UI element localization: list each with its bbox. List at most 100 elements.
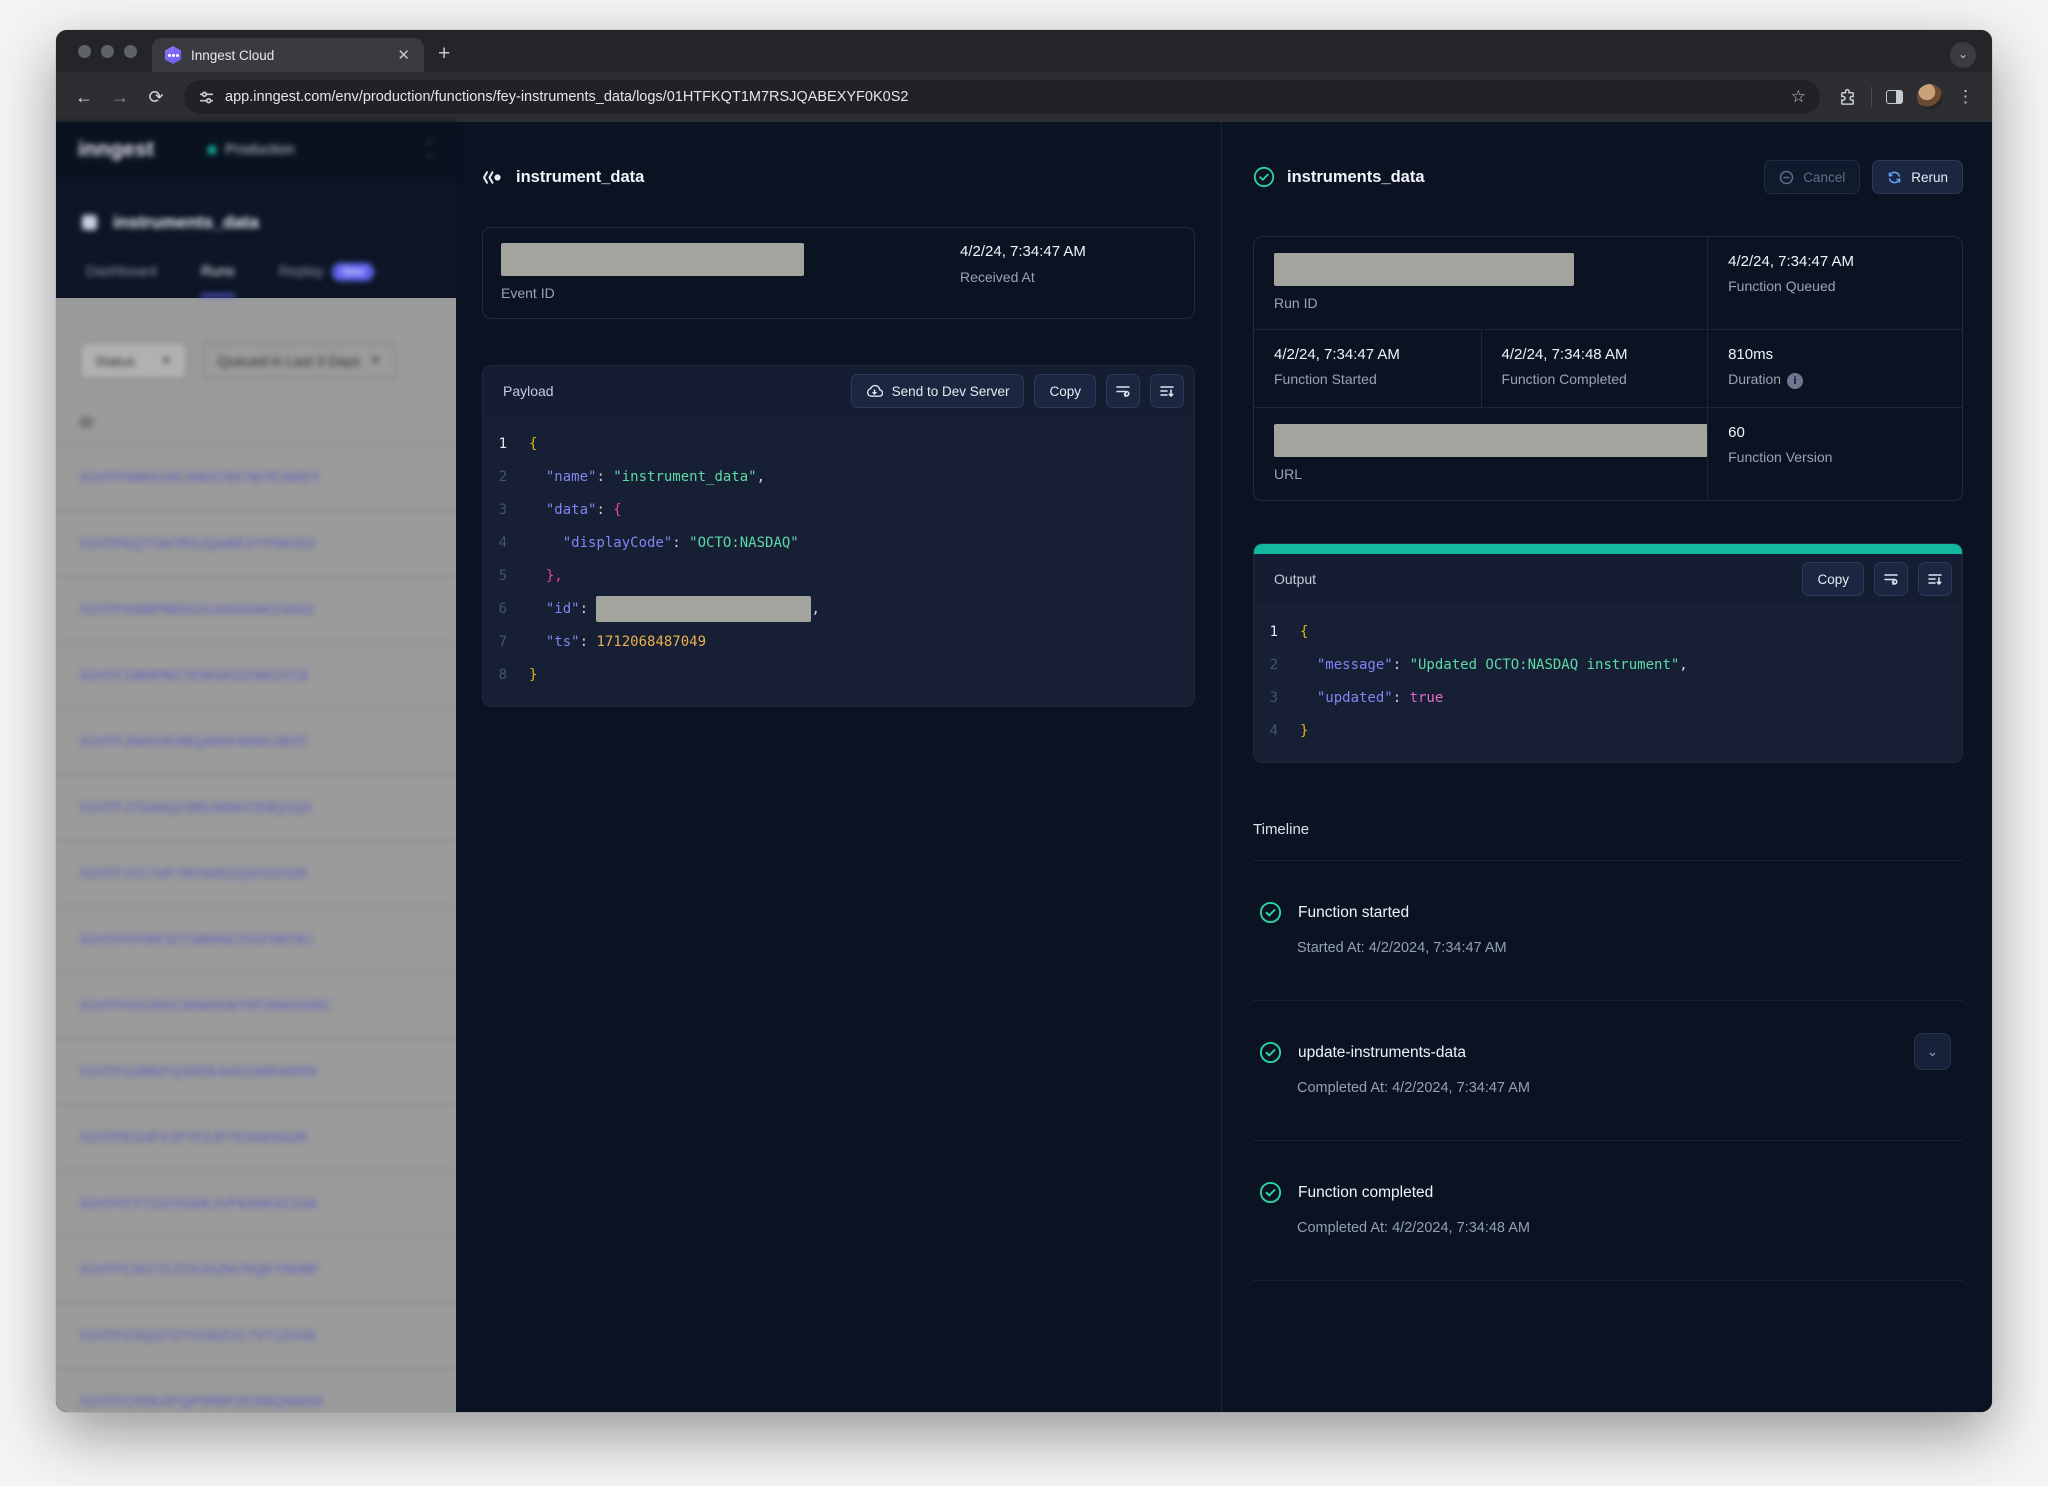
address-bar[interactable]: app.inngest.com/env/production/functions… (184, 80, 1820, 114)
tab-dashboard[interactable]: Dashboard (86, 264, 157, 297)
run-id-link[interactable]: 01HTFKMBPMD0ZAJ4AG04KD3A02 (56, 576, 456, 642)
code-line: 3 "updated": true (1254, 682, 1962, 715)
new-badge: New (332, 263, 374, 281)
code-line: 3 "data": { (483, 494, 1194, 527)
word-wrap-icon (1115, 384, 1131, 398)
run-id-link[interactable]: 01HTFHYWF32TSB9HGT01F5BTBJ (56, 906, 456, 972)
output-copy-button[interactable]: Copy (1802, 562, 1864, 596)
success-check-circle-icon (1259, 1041, 1282, 1064)
scroll-to-bottom-button[interactable] (1150, 374, 1184, 408)
env-status-dot-icon (208, 146, 216, 154)
duration-label: Durationi (1728, 371, 1942, 389)
close-tab-icon[interactable]: ✕ (393, 46, 414, 65)
output-header: Output Copy (1254, 554, 1962, 604)
timeline-title: Timeline (1253, 821, 1963, 861)
run-function-name: instruments_data (1287, 168, 1425, 187)
tab-replay[interactable]: Replay New (279, 263, 374, 298)
url-label: URL (1274, 466, 1687, 482)
browser-tab[interactable]: Inngest Cloud ✕ (152, 38, 424, 72)
success-check-circle-icon (1253, 166, 1275, 188)
timeline-item-function-started: Function started Started At: 4/2/2024, 7… (1253, 861, 1963, 1001)
function-queued-value: 4/2/24, 7:34:47 AM (1728, 253, 1942, 270)
run-id-link[interactable]: 01HTFJ7C7HF7RVN051Q3YD2S35 (56, 840, 456, 906)
environment-selector[interactable]: Production (208, 142, 426, 158)
code-line: 4 "displayCode": "OCTO:NASDAQ" (483, 527, 1194, 560)
forward-button[interactable]: → (104, 81, 136, 113)
function-title-row: instruments_data (56, 178, 456, 233)
event-id-label: Event ID (501, 285, 960, 301)
id-column-header: ID (56, 379, 456, 444)
function-completed-label: Function Completed (1502, 371, 1688, 387)
run-id-link[interactable]: 01HTFCSQG7ZYVXNZVC7VT1Z4X6 (56, 1302, 456, 1368)
run-id-label: Run ID (1274, 295, 1687, 311)
tab-strip: Inngest Cloud ✕ + ⌄ (56, 30, 1992, 72)
run-id-link[interactable]: 01HTFJ7DA6Q2385JWNH7E8Q2Q0 (56, 774, 456, 840)
inngest-app: inngest Production ⌃⌄ instruments_data D… (56, 122, 1992, 1412)
status-filter-dropdown[interactable]: Status ▼ (80, 342, 187, 379)
reload-button[interactable]: ⟳ (140, 81, 172, 113)
profile-avatar[interactable] (1917, 84, 1943, 110)
code-line: 7 "ts": 1712068487049 (483, 626, 1194, 659)
date-range-filter-dropdown[interactable]: Queued in Last 3 Days ▼ (203, 342, 396, 379)
run-id-link[interactable]: 01HTFCR9KAPQP0R8PZK3MQNMX8 (56, 1368, 456, 1412)
runs-list-region: Status ▼ Queued in Last 3 Days ▼ ID 01HT… (56, 298, 456, 1412)
run-panel-header: instruments_data Cancel Rerun (1253, 160, 1963, 194)
tab-runs[interactable]: Runs (201, 264, 235, 297)
extensions-icon[interactable] (1838, 88, 1857, 107)
env-switcher-chevrons-icon[interactable]: ⌃⌄ (426, 141, 434, 159)
url-text[interactable]: app.inngest.com/env/production/functions… (225, 89, 1781, 105)
window-controls[interactable] (78, 45, 137, 58)
run-id-link[interactable]: 01HTFCYYZGYGDKJVP82NKXCZ44 (56, 1170, 456, 1236)
output-success-bar (1254, 544, 1962, 554)
word-wrap-icon (1883, 572, 1899, 586)
timeline-item-function-completed: Function completed Completed At: 4/2/202… (1253, 1141, 1963, 1281)
close-window-button[interactable] (78, 45, 91, 58)
function-queued-label: Function Queued (1728, 278, 1942, 294)
timeline-item-subtitle: Completed At: 4/2/2024, 7:34:47 AM (1297, 1080, 1963, 1096)
code-line: 4} (1254, 715, 1962, 748)
timeline-item-title: Function completed (1298, 1184, 1433, 1202)
code-line: 6 "id": , (483, 593, 1194, 626)
event-id-redacted (501, 243, 804, 276)
run-id-redacted (1274, 253, 1574, 286)
payload-card: Payload Send to Dev Server Copy (482, 365, 1195, 707)
code-line: 8} (483, 659, 1194, 692)
run-id-link[interactable]: 01HTFCWZ7CZ2X3AZM75QEYNH8F (56, 1236, 456, 1302)
new-tab-button[interactable]: + (438, 42, 450, 66)
cancel-button[interactable]: Cancel (1764, 160, 1860, 194)
info-icon[interactable]: i (1787, 373, 1803, 389)
scroll-to-bottom-button[interactable] (1918, 562, 1952, 596)
word-wrap-button[interactable] (1874, 562, 1908, 596)
expand-step-button[interactable]: ⌄ (1914, 1033, 1951, 1070)
minimize-window-button[interactable] (101, 45, 114, 58)
word-wrap-button[interactable] (1106, 374, 1140, 408)
run-id-link[interactable]: 01HTFG3BKPQSR0E4A9106RARRN (56, 1038, 456, 1104)
cancel-circle-icon (1779, 170, 1794, 185)
zoom-window-button[interactable] (124, 45, 137, 58)
cancel-label: Cancel (1803, 170, 1845, 185)
payload-copy-button[interactable]: Copy (1034, 374, 1096, 408)
bookmark-star-icon[interactable]: ☆ (1791, 87, 1806, 107)
site-settings-icon[interactable] (198, 89, 215, 106)
run-id-link[interactable]: 01HTFEG3FVJP7FZJP7EA5KN3JR (56, 1104, 456, 1170)
timeline-item-title: update-instruments-data (1298, 1044, 1466, 1062)
run-id-link[interactable]: 01HTFN86XV8CXWS7657W7E3WDY (56, 444, 456, 510)
run-id-link[interactable]: 01HTFJ94HVE0BQ48AF4DM13E9T (56, 708, 456, 774)
toolbar-divider (1871, 87, 1872, 107)
run-id-link[interactable]: 01HTFKQT1M7RSJQABEXYF0K0S2 (56, 510, 456, 576)
send-to-dev-server-button[interactable]: Send to Dev Server (851, 374, 1025, 408)
run-id-link[interactable]: 01HTFJ3B9PB27EWGK5Z086JYC8 (56, 642, 456, 708)
rerun-button[interactable]: Rerun (1872, 160, 1963, 194)
sidebar: inngest Production ⌃⌄ instruments_data D… (56, 122, 456, 1412)
function-version-label: Function Version (1728, 449, 1942, 465)
browser-window: Inngest Cloud ✕ + ⌄ ← → ⟳ app.inngest.co… (56, 30, 1992, 1412)
url-redacted (1274, 424, 1708, 457)
event-icon (482, 169, 504, 186)
back-button[interactable]: ← (68, 81, 100, 113)
tab-search-chevron-icon[interactable]: ⌄ (1950, 42, 1976, 68)
run-id-link[interactable]: 01HTFHXGR0CWNHSWY8T3NAVGRC (56, 972, 456, 1038)
side-panel-icon[interactable] (1886, 90, 1903, 104)
browser-menu-icon[interactable]: ⋮ (1957, 87, 1974, 107)
function-started-label: Function Started (1274, 371, 1461, 387)
output-code: 1{2 "message": "Updated OCTO:NASDAQ inst… (1254, 604, 1962, 762)
